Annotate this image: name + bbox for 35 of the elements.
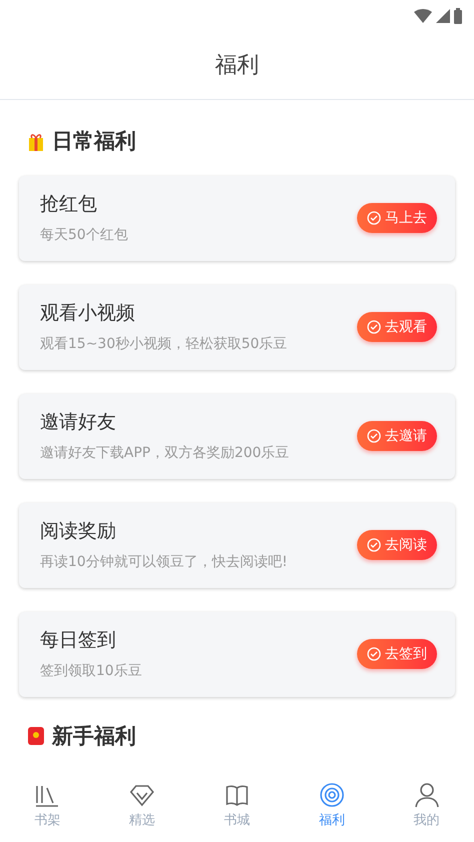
section-title: 新手福利	[52, 722, 136, 750]
task-description: 再读10分钟就可以领豆了，快去阅读吧!	[40, 552, 288, 572]
task-description: 签到领取10乐豆	[40, 662, 142, 681]
check-circle-icon	[367, 429, 381, 443]
check-circle-icon	[367, 538, 381, 552]
person-icon	[414, 782, 440, 808]
check-circle-icon	[367, 647, 381, 661]
task-action-button[interactable]: 马上去	[357, 203, 437, 233]
task-title: 每日签到	[40, 628, 117, 654]
task-action-button[interactable]: 去邀请	[357, 421, 437, 451]
task-action-button[interactable]: 去阅读	[357, 530, 437, 560]
check-circle-icon	[367, 211, 381, 225]
task-action-button[interactable]: 去观看	[357, 312, 437, 342]
task-title: 邀请好友	[40, 410, 117, 436]
tab-bar-item[interactable]: 我的	[379, 782, 474, 830]
tab-bar-item[interactable]: 精选	[94, 782, 190, 830]
tab-bar-item[interactable]: 书城	[190, 782, 284, 830]
battery-icon	[454, 8, 462, 24]
wifi-icon	[414, 9, 432, 23]
task-title: 阅读奖励	[40, 519, 117, 544]
signal-icon	[436, 9, 450, 23]
task-description: 观看15~30秒小视频，轻松获取50乐豆	[40, 334, 288, 354]
check-circle-icon	[367, 320, 381, 334]
page-title: 福利	[215, 52, 259, 80]
task-title: 观看小视频	[40, 301, 136, 326]
task-description: 每天50个红包	[40, 226, 128, 245]
task-description: 邀请好友下载APP，双方各奖励200乐豆	[40, 444, 290, 463]
envelope-icon	[28, 726, 44, 746]
tab-bar-item[interactable]: 福利	[284, 782, 380, 830]
target-icon	[318, 782, 345, 808]
section-title: 日常福利	[52, 128, 136, 155]
gift-icon	[28, 132, 44, 152]
task-title: 抢红包	[40, 192, 98, 218]
task-action-button[interactable]: 去签到	[357, 639, 437, 669]
tab-bar-item[interactable]: 书架	[0, 782, 95, 830]
